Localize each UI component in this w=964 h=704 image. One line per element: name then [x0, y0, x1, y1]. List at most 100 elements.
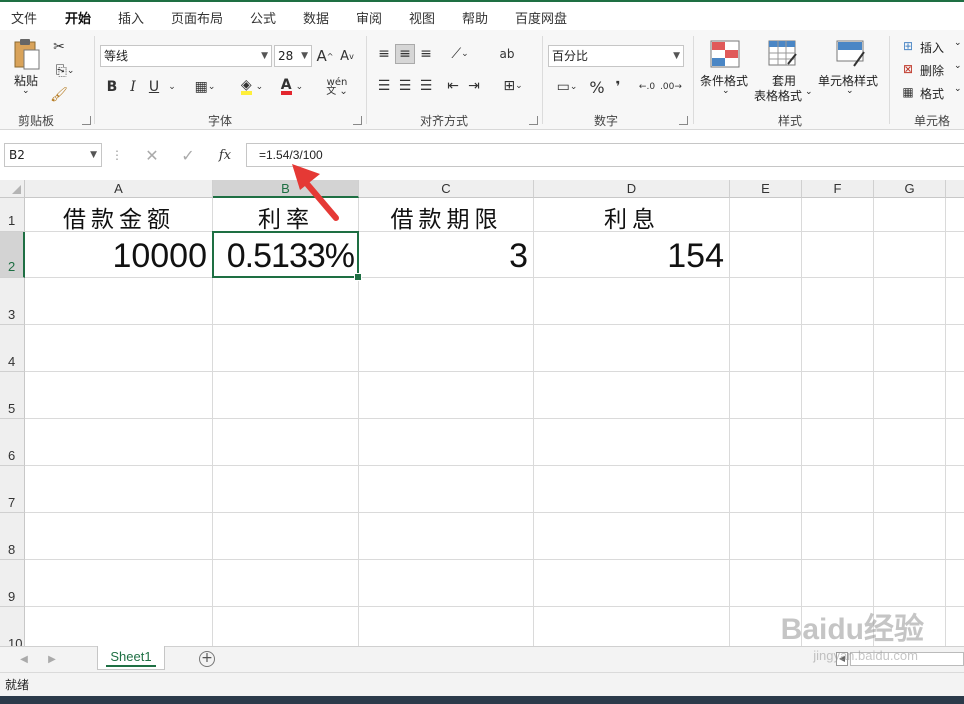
fill-color-icon[interactable]: ◈ ⌄ — [236, 78, 268, 96]
underline-button[interactable]: U — [146, 78, 162, 96]
column-header-c[interactable]: C — [359, 180, 534, 198]
name-box-value: B2 — [9, 148, 25, 162]
decrease-indent-icon[interactable]: ⇤ — [443, 76, 463, 96]
align-right-icon[interactable]: ☰ — [416, 76, 436, 96]
number-launcher-icon[interactable] — [679, 116, 688, 125]
row-header-1[interactable]: 1 — [0, 198, 25, 232]
chevron-down-icon: ⌄ — [846, 86, 854, 96]
row-header-9[interactable]: 9 — [0, 560, 25, 607]
column-header-g[interactable]: G — [874, 180, 946, 198]
row-header-8[interactable]: 8 — [0, 513, 25, 560]
insert-function-button[interactable]: fx — [212, 145, 238, 165]
divider — [693, 36, 694, 124]
tab-formulas[interactable]: 公式 — [250, 8, 276, 27]
tab-baidu-netdisk[interactable]: 百度网盘 — [515, 8, 567, 27]
chevron-down-icon[interactable]: ⌄ — [166, 78, 178, 96]
format-painter-icon[interactable]: 🖌 — [50, 86, 68, 104]
bold-button[interactable]: B — [104, 78, 120, 96]
merge-center-icon[interactable]: ⊞ ⌄ — [496, 76, 530, 96]
cut-icon[interactable]: ✂ — [50, 38, 68, 56]
cell-styles-button[interactable]: 单元格样式 ⌄ — [816, 36, 884, 102]
scroll-left-icon[interactable]: ◀ — [18, 651, 30, 667]
cell-d1[interactable]: 利息 — [534, 200, 730, 233]
align-middle-icon[interactable]: ≡ — [395, 44, 415, 64]
tab-file[interactable]: 文件 — [11, 8, 37, 27]
increase-font-icon[interactable]: A ^ — [316, 45, 334, 67]
font-group-label: 字体 — [208, 114, 233, 128]
tab-insert[interactable]: 插入 — [118, 8, 144, 27]
orientation-icon[interactable]: ⟋ ⌄ — [443, 44, 477, 64]
currency-icon[interactable]: ▭ ⌄ — [550, 77, 584, 97]
conditional-formatting-button[interactable]: 条件格式 ⌄ — [698, 36, 752, 102]
column-header-h[interactable] — [946, 180, 964, 198]
name-box[interactable]: B2 ▼ — [4, 143, 102, 167]
paste-button[interactable]: 粘贴 ⌄ — [8, 36, 46, 98]
increase-decimal-icon[interactable]: ←.0 — [636, 77, 658, 97]
increase-indent-icon[interactable]: ⇥ — [464, 76, 484, 96]
align-bottom-icon[interactable]: ≡ — [416, 44, 436, 64]
column-header-d[interactable]: D — [534, 180, 730, 198]
borders-icon[interactable]: ▦ ⌄ — [190, 78, 220, 96]
font-launcher-icon[interactable] — [353, 116, 362, 125]
column-header-f[interactable]: F — [802, 180, 874, 198]
font-size-select[interactable]: 28 ▼ — [274, 45, 312, 67]
align-top-icon[interactable]: ≡ — [374, 44, 394, 64]
align-center-icon[interactable]: ☰ — [395, 76, 415, 96]
select-all-corner[interactable] — [0, 180, 25, 198]
font-color-button[interactable]: A ⌄ — [276, 78, 308, 96]
format-as-table-button[interactable]: 套用 表格格式 ⌄ — [752, 36, 814, 103]
cell-c2[interactable]: 3 — [359, 237, 528, 277]
cell-d2[interactable]: 154 — [534, 237, 724, 277]
delete-cells-button[interactable]: ⊠ 删除 ⌄ — [900, 61, 964, 79]
tab-home[interactable]: 开始 — [65, 8, 92, 33]
alignment-launcher-icon[interactable] — [529, 116, 538, 125]
gridline — [25, 465, 964, 466]
cell-a1[interactable]: 借款金额 — [25, 200, 213, 233]
gridline — [25, 512, 964, 513]
format-cells-button[interactable]: ▦ 格式 ⌄ — [900, 84, 964, 102]
gridline — [945, 198, 946, 646]
row-header-4[interactable]: 4 — [0, 325, 25, 372]
italic-button[interactable]: I — [125, 78, 141, 96]
sheet-tab-sheet1[interactable]: Sheet1 — [97, 646, 165, 670]
decrease-font-icon[interactable]: Av — [338, 45, 356, 67]
number-format-select[interactable]: 百分比 ▼ — [548, 45, 684, 67]
format-cells-label: 格式 — [920, 87, 945, 101]
tab-view[interactable]: 视图 — [409, 8, 435, 27]
row-header-7[interactable]: 7 — [0, 466, 25, 513]
wrap-text-icon[interactable]: ab — [496, 42, 518, 66]
cell-a2[interactable]: 10000 — [25, 237, 207, 277]
tab-data[interactable]: 数据 — [303, 8, 329, 27]
gridline — [25, 277, 964, 278]
clipboard-launcher-icon[interactable] — [82, 116, 91, 125]
comma-style-button[interactable]: ❜ — [609, 77, 627, 97]
insert-cells-button[interactable]: ⊞ 插入 ⌄ — [900, 38, 964, 56]
row-header-3[interactable]: 3 — [0, 278, 25, 325]
scroll-right-icon[interactable]: ▶ — [46, 651, 58, 667]
add-sheet-icon[interactable]: + — [199, 651, 215, 667]
cells-group-label: 单元格 — [914, 114, 951, 128]
column-header-a[interactable]: A — [25, 180, 213, 198]
selection-box — [212, 231, 362, 281]
column-header-e[interactable]: E — [730, 180, 802, 198]
tab-review[interactable]: 审阅 — [356, 8, 382, 27]
watermark-sub: jingyan.baidu.com — [813, 648, 918, 663]
chevron-down-icon: ▼ — [261, 51, 268, 61]
row-header-2[interactable]: 2 — [0, 232, 25, 278]
row-header-10[interactable]: 10 — [0, 607, 25, 646]
align-left-icon[interactable]: ☰ — [374, 76, 394, 96]
tab-help[interactable]: 帮助 — [462, 8, 488, 27]
tab-page-layout[interactable]: 页面布局 — [171, 8, 223, 27]
row-header-6[interactable]: 6 — [0, 419, 25, 466]
pinyin-button[interactable]: wén 文 ⌄ — [318, 76, 356, 98]
divider — [889, 36, 890, 124]
cancel-icon[interactable]: ✕ — [140, 145, 164, 165]
decrease-decimal-icon[interactable]: .00→ — [660, 77, 682, 97]
enter-icon[interactable]: ✓ — [176, 145, 200, 165]
cell-c1[interactable]: 借款期限 — [359, 200, 534, 233]
percent-button[interactable]: % — [587, 77, 607, 97]
font-name-select[interactable]: 等线 ▼ — [100, 45, 272, 67]
copy-icon[interactable]: ⎘ ⌄ — [50, 62, 80, 80]
divider — [94, 36, 95, 124]
row-header-5[interactable]: 5 — [0, 372, 25, 419]
